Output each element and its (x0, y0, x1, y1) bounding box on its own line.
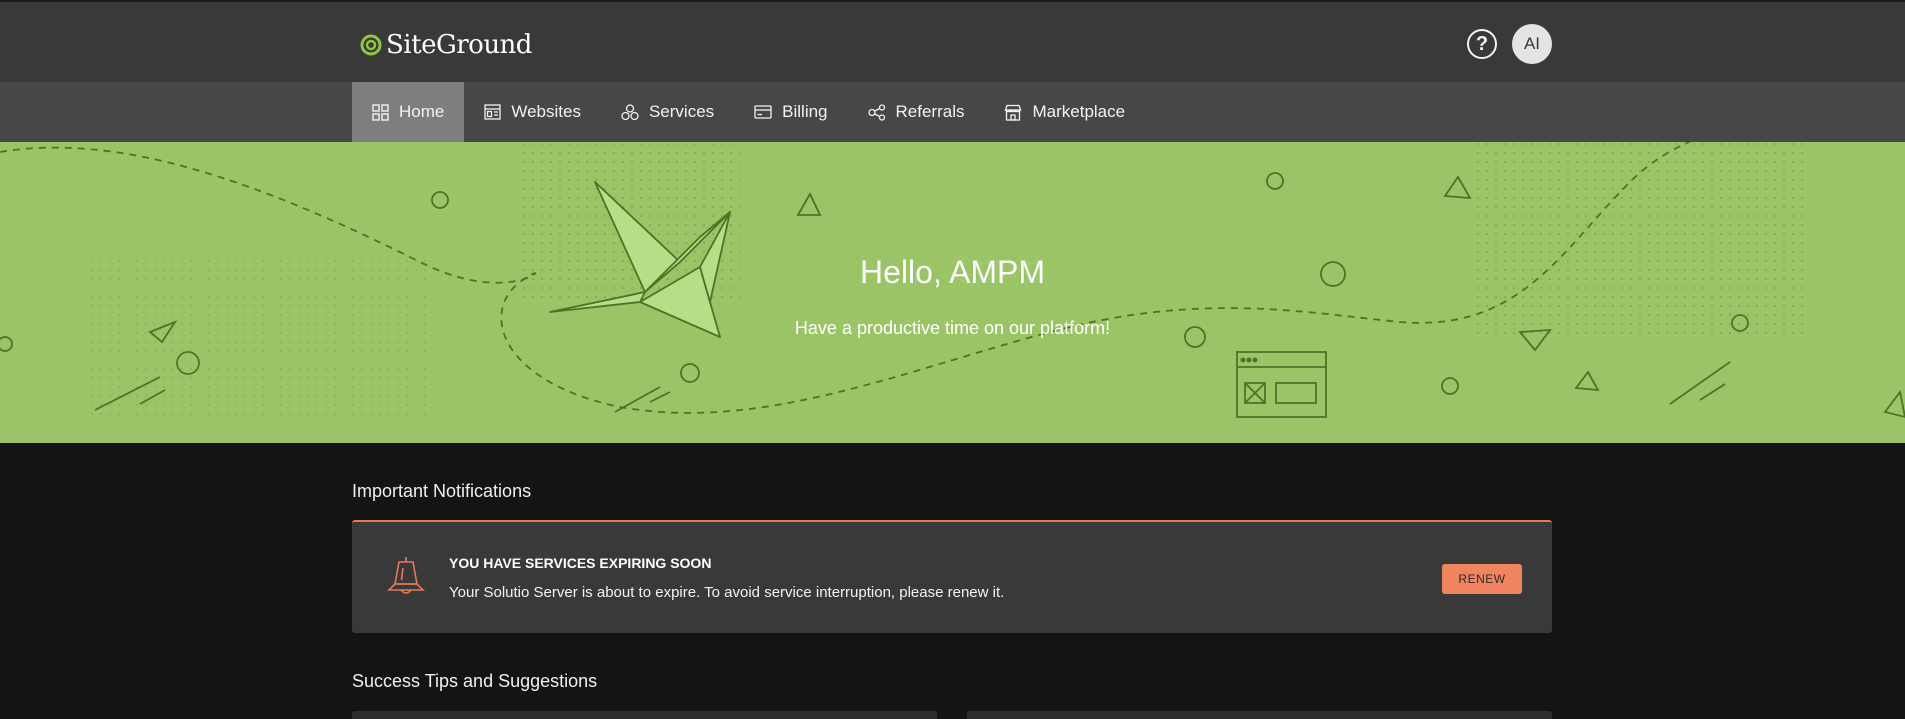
question-icon: ? (1475, 32, 1489, 55)
nav-item-label: Websites (511, 102, 581, 121)
banner-illustration (0, 142, 1905, 418)
nav-item-label: Referrals (895, 102, 965, 121)
nav-item-marketplace[interactable]: Marketplace (984, 82, 1145, 142)
nav-item-label: Home (399, 102, 445, 121)
notification-text: Your Solutio Server is about to expire. … (449, 584, 1005, 601)
website-icon (484, 104, 502, 120)
logo-text: SiteGround (386, 30, 532, 60)
notifications-section-title: Important Notifications (352, 481, 532, 501)
welcome-banner: Hello, AMPM Have a productive time on ou… (0, 142, 1905, 443)
nav-list: Home Websites Services Billing Referrals… (352, 82, 1145, 142)
nav-item-label: Billing (782, 102, 828, 121)
nav-item-label: Services (648, 102, 715, 121)
services-icon (621, 103, 639, 120)
main-navigation: Home Websites Services Billing Referrals… (0, 82, 1905, 142)
nav-item-services[interactable]: Services (601, 82, 734, 142)
card-icon (754, 105, 772, 119)
logo-swirl-icon (360, 34, 382, 56)
share-icon (867, 103, 885, 121)
renew-button[interactable]: RENEW (1442, 564, 1522, 594)
bell-icon (387, 557, 425, 594)
help-button[interactable]: ? (1467, 29, 1497, 59)
tip-card[interactable] (352, 711, 937, 719)
greeting-subtitle: Have a productive time on our platform! (794, 318, 1111, 338)
greeting-title: Hello, AMPM (860, 254, 1045, 290)
browser-window-icon (1236, 351, 1327, 418)
nav-item-label: Marketplace (1032, 102, 1126, 121)
tip-card[interactable] (967, 711, 1552, 719)
nav-item-home[interactable]: Home (352, 82, 465, 142)
nav-item-billing[interactable]: Billing (734, 82, 847, 142)
nav-item-referrals[interactable]: Referrals (848, 82, 985, 142)
nav-item-websites[interactable]: Websites (464, 82, 601, 142)
expiring-services-notification: YOU HAVE SERVICES EXPIRING SOON Your Sol… (352, 520, 1552, 633)
user-avatar[interactable]: AI (1512, 24, 1552, 64)
tips-section-title: Success Tips and Suggestions (352, 671, 598, 691)
grid-icon (372, 103, 389, 121)
top-header: SiteGround ? AI (0, 0, 1905, 82)
dot-pattern (1470, 142, 1810, 337)
notification-title: YOU HAVE SERVICES EXPIRING SOON (449, 555, 712, 571)
store-icon (1005, 104, 1022, 121)
siteground-logo[interactable]: SiteGround (360, 28, 532, 62)
